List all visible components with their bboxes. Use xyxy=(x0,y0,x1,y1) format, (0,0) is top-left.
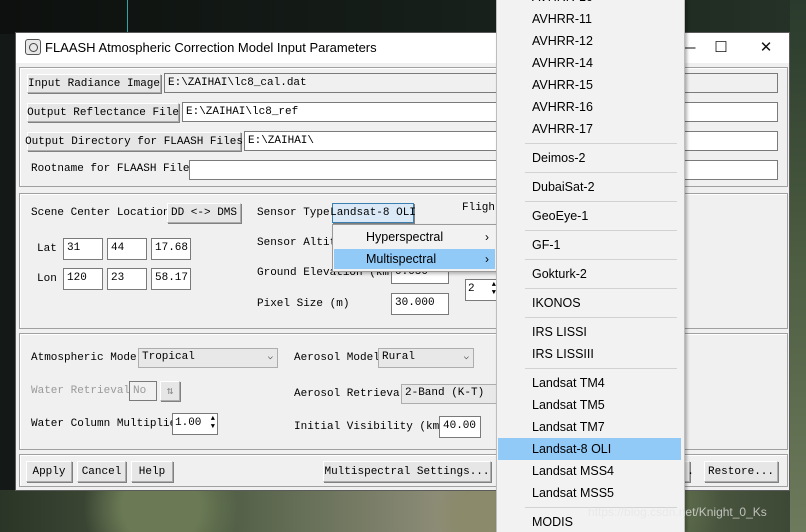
list-item-gokturk-2[interactable]: Gokturk-2 xyxy=(498,263,681,285)
scene-center-label: Scene Center Location xyxy=(31,207,170,219)
restore-button[interactable]: Restore... xyxy=(704,461,778,482)
lat-minutes-field[interactable]: 44 xyxy=(107,238,147,260)
atmospheric-model-value: Tropical xyxy=(142,351,195,363)
lon-seconds-field[interactable]: 58.17 xyxy=(151,268,191,290)
lat-degrees-field[interactable]: 31 xyxy=(63,238,103,260)
list-item-avhrr-17[interactable]: AVHRR-17 xyxy=(498,118,681,140)
list-item-geoeye-1[interactable]: GeoEye-1 xyxy=(498,205,681,227)
output-directory-button[interactable]: Output Directory for FLAASH Files xyxy=(25,132,243,151)
satellite-image-edge xyxy=(790,0,806,532)
list-item-irs-lissiii[interactable]: IRS LISSIII xyxy=(498,343,681,365)
list-separator xyxy=(525,201,677,202)
aerosol-model-value: Rural xyxy=(382,351,416,363)
water-retrieval-field: No xyxy=(129,381,157,401)
aerosol-model-label: Aerosol Model xyxy=(294,352,380,364)
chevron-right-icon: › xyxy=(485,230,489,244)
list-item-landsat-8-oli[interactable]: Landsat-8 OLI xyxy=(498,438,681,460)
rootname-label: Rootname for FLAASH Files xyxy=(31,163,197,175)
cancel-button[interactable]: Cancel xyxy=(77,461,126,482)
list-item-gf-1[interactable]: GF-1 xyxy=(498,234,681,256)
water-column-spinner[interactable]: 1.00 ▲ ▼ xyxy=(172,413,218,435)
submenu-item-hyperspectral[interactable]: Hyperspectral › xyxy=(334,227,495,247)
multispectral-settings-button[interactable]: Multispectral Settings... xyxy=(323,461,491,482)
submenu-item-label: Hyperspectral xyxy=(366,230,444,244)
list-item-avhrr-16[interactable]: AVHRR-16 xyxy=(498,96,681,118)
water-column-value: 1.00 xyxy=(175,417,202,429)
pixel-size-field[interactable]: 30.000 xyxy=(391,293,449,315)
atmospheric-model-select[interactable]: Tropical ⌵ xyxy=(138,348,278,368)
toggle-arrows-icon: ⇅ xyxy=(160,381,180,401)
chevron-down-icon: ⌵ xyxy=(463,352,469,362)
submenu-item-multispectral[interactable]: Multispectral › xyxy=(334,249,495,269)
app-icon xyxy=(25,39,41,55)
output-reflectance-field[interactable]: E:\ZAIHAI\lc8_ref xyxy=(182,102,778,122)
list-separator xyxy=(525,259,677,260)
list-item-avhrr-15[interactable]: AVHRR-15 xyxy=(498,74,681,96)
list-item-landsat-tm5[interactable]: Landsat TM5 xyxy=(498,394,681,416)
list-item-landsat-mss4[interactable]: Landsat MSS4 xyxy=(498,460,681,482)
list-item-avhrr-12[interactable]: AVHRR-12 xyxy=(498,30,681,52)
submenu-item-label: Multispectral xyxy=(366,252,437,266)
flight-spinner[interactable]: 2 ▲ ▼ xyxy=(465,279,499,301)
atmospheric-model-label: Atmospheric Model xyxy=(31,352,144,364)
visibility-label: Initial Visibility (km) xyxy=(294,421,446,433)
list-separator xyxy=(525,317,677,318)
list-separator xyxy=(525,288,677,289)
list-separator xyxy=(525,172,677,173)
input-radiance-button[interactable]: Input Radiance Image xyxy=(27,74,161,93)
watermark: https://blog.csdn.net/Knight_0_Ks xyxy=(588,505,767,519)
list-item-landsat-tm4[interactable]: Landsat TM4 xyxy=(498,372,681,394)
list-item-landsat-tm7[interactable]: Landsat TM7 xyxy=(498,416,681,438)
pixel-size-label: Pixel Size (m) xyxy=(257,298,350,310)
close-button[interactable]: ✕ xyxy=(756,38,776,58)
list-separator xyxy=(525,368,677,369)
list-separator xyxy=(525,230,677,231)
list-separator xyxy=(525,143,677,144)
window-title: FLAASH Atmospheric Correction Model Inpu… xyxy=(45,40,377,55)
aerosol-retrieval-value: 2-Band (K-T) xyxy=(405,387,485,399)
list-item-avhrr-11[interactable]: AVHRR-11 xyxy=(498,8,681,30)
input-radiance-field[interactable]: E:\ZAIHAI\lc8_cal.dat xyxy=(164,73,778,93)
spinner-arrows-icon[interactable]: ▲ ▼ xyxy=(211,415,215,431)
lon-degrees-field[interactable]: 120 xyxy=(63,268,103,290)
chevron-right-icon: › xyxy=(485,252,489,266)
lat-label: Lat xyxy=(37,243,57,255)
multispectral-sensor-list: AVHRR-10 AVHRR-11 AVHRR-12 AVHRR-14 AVHR… xyxy=(496,0,685,532)
desktop-stripe xyxy=(127,0,128,34)
sensor-type-submenu: Hyperspectral › Multispectral › xyxy=(332,224,499,272)
visibility-field[interactable]: 40.00 xyxy=(439,416,481,438)
list-item-ikonos[interactable]: IKONOS xyxy=(498,292,681,314)
list-item-dubaisat-2[interactable]: DubaiSat-2 xyxy=(498,176,681,198)
list-item-irs-lissi[interactable]: IRS LISSI xyxy=(498,321,681,343)
aerosol-retrieval-label: Aerosol Retrieval xyxy=(294,388,407,400)
help-button[interactable]: Help xyxy=(131,461,173,482)
water-retrieval-label: Water Retrieval xyxy=(31,385,131,397)
chevron-down-icon: ⌵ xyxy=(267,352,273,362)
rootname-field[interactable] xyxy=(189,160,778,180)
list-item-landsat-mss5[interactable]: Landsat MSS5 xyxy=(498,482,681,504)
lon-minutes-field[interactable]: 23 xyxy=(107,268,147,290)
list-item-avhrr-14[interactable]: AVHRR-14 xyxy=(498,52,681,74)
sensor-type-label: Sensor Type xyxy=(257,207,330,219)
flight-spinner-value: 2 xyxy=(468,283,475,295)
aerosol-model-select[interactable]: Rural ⌵ xyxy=(378,348,474,368)
list-item-deimos-2[interactable]: Deimos-2 xyxy=(498,147,681,169)
output-reflectance-button[interactable]: Output Reflectance File xyxy=(27,103,179,122)
dd-dms-button[interactable]: DD <-> DMS xyxy=(167,203,241,223)
maximize-button[interactable]: ☐ xyxy=(711,38,731,58)
lat-seconds-field[interactable]: 17.68 xyxy=(151,238,191,260)
sensor-type-button[interactable]: Landsat-8 OLI xyxy=(330,203,416,223)
list-item-avhrr-10[interactable]: AVHRR-10 xyxy=(498,0,681,8)
desktop-background xyxy=(0,0,806,34)
aerosol-retrieval-select[interactable]: 2-Band (K-T) xyxy=(401,384,497,404)
water-column-label: Water Column Multiplier xyxy=(31,418,183,430)
lon-label: Lon xyxy=(37,273,57,285)
apply-button[interactable]: Apply xyxy=(26,461,72,482)
